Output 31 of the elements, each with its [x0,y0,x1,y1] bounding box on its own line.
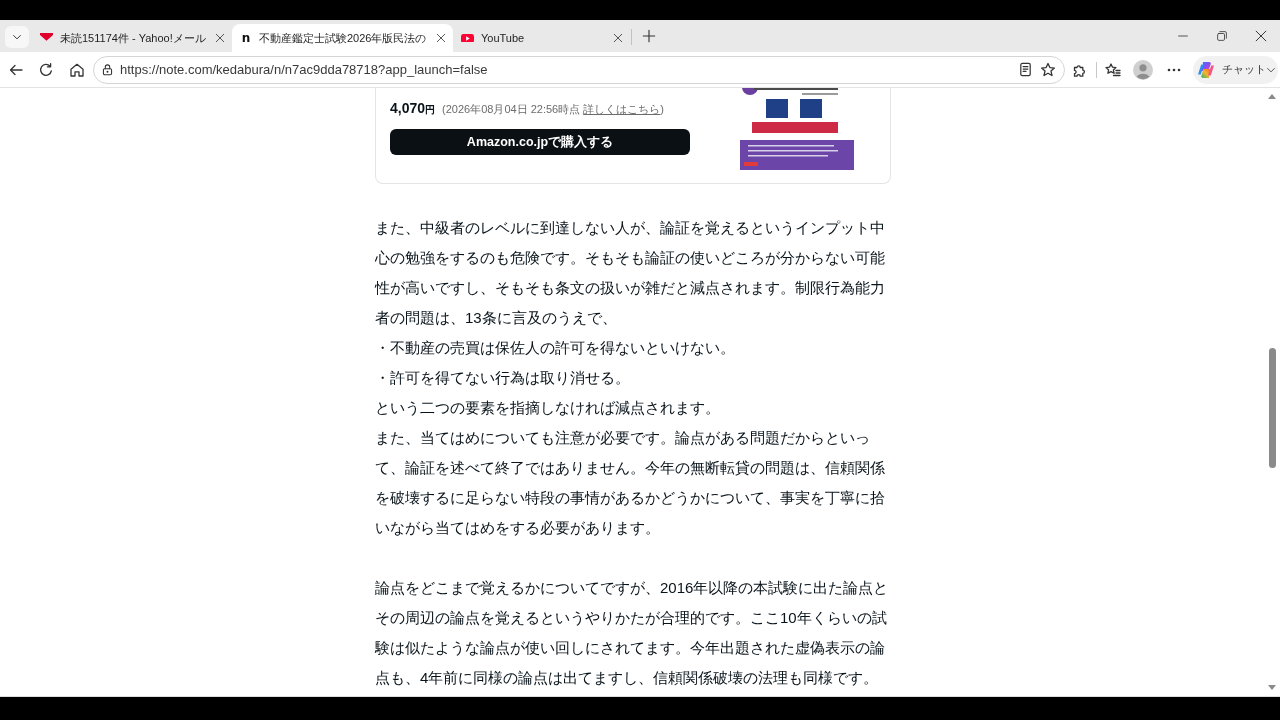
price-text: 4,070円 [390,100,436,117]
browser-tab[interactable]: n 不動産鑑定士試験2026年版民法の [232,24,453,52]
colorful-swirl-icon[interactable] [1197,60,1215,79]
buy-button[interactable]: Amazon.co.jpで購入する [390,129,690,155]
home-icon[interactable] [69,61,85,78]
article-text: また、中級者のレベルに到達しない人が、論証を覚えるというインプット中心の勉強をするのも危険です。そもそも論証の使いどころが分からない可能性が高いですし、そもそも条文の扱いが雑だと減点されます。制限行為能力者の問題は、13条に言及のうえで、 [375,218,886,328]
refresh-icon[interactable] [38,61,54,78]
close-icon[interactable] [1254,30,1267,42]
scroll-up-arrow-icon[interactable] [1268,94,1276,99]
padlock-icon[interactable] [101,63,114,76]
details-link[interactable]: 詳しくはこちら [583,103,661,115]
close-tab-icon[interactable] [613,33,623,43]
browser-tab[interactable]: 未読151174件 - Yahoo!メール [32,24,232,52]
site-letter-icon: n [240,31,252,45]
chat-button[interactable]: チャット [1193,55,1278,84]
price-note: (2026年08月04日 22:56時点 詳しくはこちら) [442,102,664,117]
more-options-icon[interactable] [1167,67,1181,72]
scrollbar-thumb[interactable] [1268,348,1276,468]
article-text: という二つの要素を指摘しなければ減点されます。 [375,398,721,418]
article-text: ・不動産の売買は保佐人の許可を得ないといけない。 [375,338,736,358]
scroll-down-arrow-icon[interactable] [1268,685,1276,690]
restore-icon[interactable] [1216,31,1227,41]
star-list-icon[interactable] [1105,61,1121,78]
article-text: ・許可を得てない行為は取り消せる。 [375,368,631,388]
close-tab-icon[interactable] [215,33,225,43]
close-tab-icon[interactable] [436,33,446,43]
article-text: 論点をどこまで覚えるかについてですが、2016年以降の本試験に出た論点とその周辺の論点を覚えるというやりかたが合理的です。ここ10年くらいの試験は似たような論点が使い回しにされてます。今年出題された虚偽表示の論点も、4年前に同様の論点は出てますし、信頼関係破壊の法理も同様です。 [375,578,890,688]
browser-tab[interactable]: YouTube [453,24,630,52]
article-text: また、当てはめについても注意が必要です。論点がある問題だからといって、論証を述べて終了ではありません。今年の無断転貸の問題は、信頼関係を破壊するに足らない特段の事情があるかどうかについて、事実を丁寧に拾いながら当てはめをする必要があります。 [375,428,886,538]
envelope-icon [40,32,53,44]
video-play-icon [461,33,474,43]
